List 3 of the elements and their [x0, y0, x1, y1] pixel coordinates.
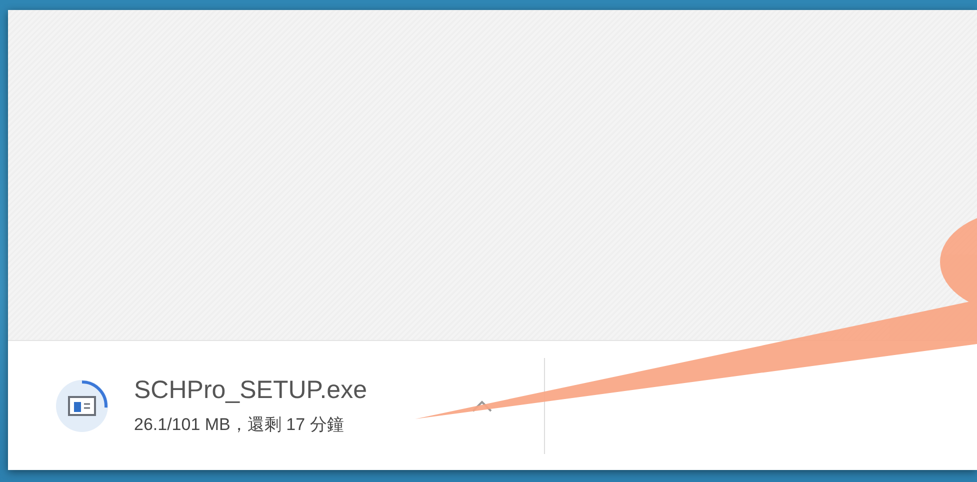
download-status: 26.1/101 MB，還剩 17 分鐘 — [134, 414, 345, 436]
file-name: SCHPro_SETUP.exe — [134, 376, 368, 404]
download-progress-icon — [54, 378, 110, 434]
